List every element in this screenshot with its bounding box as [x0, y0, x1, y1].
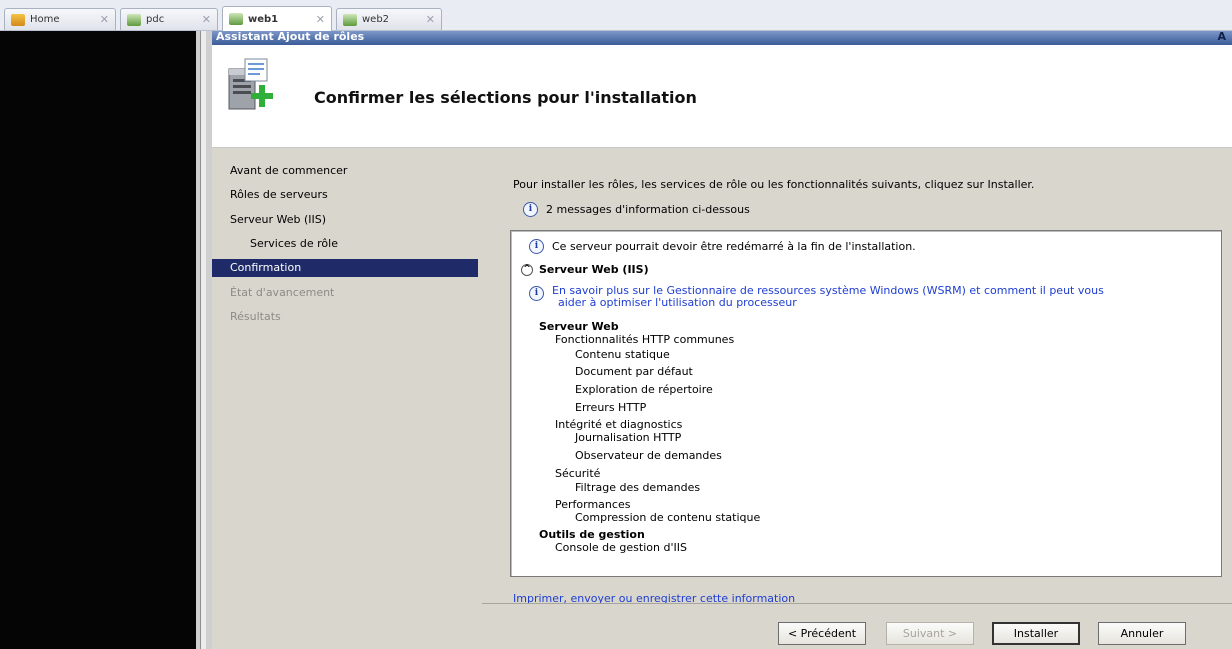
- info-icon: i: [529, 239, 544, 254]
- tree-static-compression: Compression de contenu statique: [575, 511, 761, 524]
- tree-http-common: Fonctionnalités HTTP communes: [555, 333, 735, 346]
- nav-item-services-de-role[interactable]: Services de rôle: [250, 235, 338, 253]
- info-icon: i: [523, 202, 538, 217]
- tab-label: Home: [30, 14, 60, 25]
- close-icon[interactable]: ✕: [420, 13, 435, 26]
- tab-bar: Home ✕ pdc ✕ web1 ✕ web2 ✕: [0, 0, 1232, 31]
- nav-item-serveur-web[interactable]: Serveur Web (IIS): [230, 211, 326, 229]
- wizard-title-bar[interactable]: Assistant Ajout de rôles A: [212, 31, 1232, 45]
- section-title: Serveur Web (IIS): [539, 263, 649, 276]
- wizard-header: Confirmer les sélections pour l'installa…: [212, 45, 1232, 148]
- close-icon[interactable]: ✕: [94, 13, 109, 26]
- nav-item-roles-de-serveurs[interactable]: Rôles de serveurs: [230, 186, 328, 204]
- frame-grip[interactable]: [200, 31, 206, 649]
- intro-text: Pour installer les rôles, les services d…: [513, 178, 1035, 191]
- console-black-area: [0, 31, 196, 649]
- tab-web2[interactable]: web2 ✕: [336, 8, 442, 30]
- tree-dir-browse: Exploration de répertoire: [575, 383, 713, 396]
- tab-pdc[interactable]: pdc ✕: [120, 8, 218, 30]
- collapse-icon[interactable]: ^: [521, 264, 533, 276]
- close-icon[interactable]: ✕: [196, 13, 211, 26]
- tab-label: web2: [362, 14, 390, 25]
- tree-performance: Performances: [555, 498, 631, 511]
- tab-web1[interactable]: web1 ✕: [222, 6, 332, 31]
- title-bar-right-text: A: [1217, 31, 1226, 43]
- tab-label: pdc: [146, 14, 165, 25]
- wsrm-info: i En savoir plus sur le Gestionnaire de …: [529, 285, 1104, 309]
- vm-icon: [229, 13, 243, 25]
- nav-item-confirmation[interactable]: Confirmation: [212, 259, 478, 277]
- tree-request-monitor: Observateur de demandes: [575, 449, 722, 462]
- tree-http-logging: Journalisation HTTP: [575, 431, 682, 444]
- restart-info: i Ce serveur pourrait devoir être redéma…: [529, 239, 916, 254]
- confirmation-details[interactable]: i Ce serveur pourrait devoir être redéma…: [510, 230, 1222, 577]
- nav-item-etat-avancement: État d'avancement: [230, 286, 335, 299]
- tree-mgmt-tools: Outils de gestion: [539, 528, 645, 541]
- footer-divider: [482, 603, 1232, 604]
- home-icon: [11, 13, 25, 26]
- vm-icon: [343, 13, 357, 26]
- add-roles-wizard: Assistant Ajout de rôles A Confirmer les…: [212, 31, 1232, 649]
- cancel-button[interactable]: Annuler: [1098, 622, 1186, 645]
- tree-http-errors: Erreurs HTTP: [575, 401, 647, 414]
- tab-home[interactable]: Home ✕: [4, 8, 116, 30]
- wizard-content: Pour installer les rôles, les services d…: [482, 148, 1232, 649]
- window-frame-edge: [196, 31, 213, 649]
- tree-security: Sécurité: [555, 467, 601, 480]
- info-message-text: 2 messages d'information ci-dessous: [546, 203, 750, 216]
- wizard-nav: Avant de commencer Rôles de serveurs Ser…: [212, 148, 482, 649]
- info-message-count: i 2 messages d'information ci-dessous: [523, 202, 750, 217]
- close-icon[interactable]: ✕: [310, 13, 325, 26]
- previous-button[interactable]: < Précédent: [778, 622, 866, 645]
- tree-static-content: Contenu statique: [575, 348, 670, 361]
- restart-message: Ce serveur pourrait devoir être redémarr…: [552, 240, 916, 253]
- page-title: Confirmer les sélections pour l'installa…: [314, 88, 697, 107]
- tree-health: Intégrité et diagnostics: [555, 418, 683, 431]
- vm-icon: [127, 13, 141, 26]
- tree-serveur-web: Serveur Web: [539, 320, 619, 333]
- section-serveur-web-iis[interactable]: ^ Serveur Web (IIS): [521, 263, 649, 276]
- nav-item-avant-de-commencer[interactable]: Avant de commencer: [230, 162, 347, 180]
- wsrm-link-continued[interactable]: aider à optimiser l'utilisation du proce…: [552, 297, 1104, 309]
- tree-iis-console: Console de gestion d'IIS: [555, 541, 687, 554]
- nav-item-resultats: Résultats: [230, 310, 281, 323]
- tab-label: web1: [248, 13, 279, 25]
- install-button[interactable]: Installer: [992, 622, 1080, 645]
- server-add-icon: [228, 58, 273, 110]
- tree-request-filtering: Filtrage des demandes: [575, 481, 701, 494]
- next-button[interactable]: Suivant >: [886, 622, 974, 645]
- tree-default-doc: Document par défaut: [575, 365, 693, 378]
- info-icon: i: [529, 286, 544, 301]
- window-title: Assistant Ajout de rôles: [216, 31, 365, 43]
